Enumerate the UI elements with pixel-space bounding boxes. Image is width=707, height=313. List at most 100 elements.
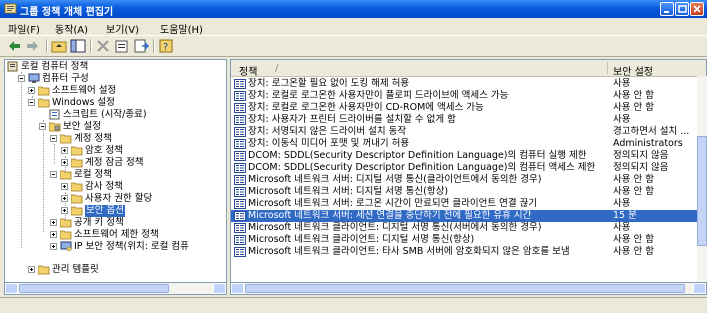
policy-setting-icon <box>234 235 246 245</box>
show-hide-tree-button[interactable] <box>70 38 88 54</box>
policy-setting-icon <box>234 223 246 233</box>
collapse-toggle[interactable] <box>28 99 35 106</box>
policy-setting-icon <box>234 79 246 89</box>
forward-button[interactable] <box>25 38 43 54</box>
export-list-button[interactable] <box>133 38 151 54</box>
policy-setting: 사용 <box>613 78 631 89</box>
console-tree[interactable]: 로컬 컴퓨터 정책 컴퓨터 구성 소프트웨어 설정 Windows 설정 스크립… <box>4 59 227 295</box>
policy-setting: 사용 안 함 <box>613 186 654 197</box>
scroll-left-button[interactable] <box>5 283 18 294</box>
policy-list[interactable]: 정책 / 보안 설정 장치: 로그온할 필요 없이 도킹 해제 허용 사용 장치: … <box>230 59 707 295</box>
policy-name: Microsoft 네트워크 서버: 로그온 시간이 만료되면 클라이언트 연결… <box>248 198 538 209</box>
scroll-thumb[interactable] <box>19 284 169 293</box>
policy-setting-icon <box>234 139 246 149</box>
policy-setting: 정의되지 않음 <box>613 150 669 161</box>
list-horizontal-scrollbar[interactable] <box>230 282 707 295</box>
export-icon <box>134 39 149 53</box>
collapse-toggle[interactable] <box>18 75 25 82</box>
column-header-setting[interactable]: 보안 설정 <box>613 63 653 78</box>
folder-icon <box>71 146 83 156</box>
scroll-left-button[interactable] <box>231 283 244 294</box>
policy-row[interactable]: 장치: 로컬로 로그온한 사용자만이 플로피 드라이브에 액세스 가능 사용 안 … <box>231 90 697 102</box>
scroll-thumb[interactable] <box>697 136 707 246</box>
policy-name: Microsoft 네트워크 서버: 디지털 서명 통신(항상) <box>248 186 449 197</box>
expand-toggle[interactable] <box>50 243 57 250</box>
policy-setting-icon <box>234 187 246 197</box>
expand-toggle[interactable] <box>61 159 68 166</box>
svg-text:?: ? <box>163 42 168 53</box>
collapse-toggle[interactable] <box>50 135 57 142</box>
policy-name: 장치: 로컬로 로그온한 사용자만이 CD-ROM에 액세스 가능 <box>248 102 484 113</box>
policy-name: 장치: 서명되지 않은 드라이버 설치 동작 <box>248 126 407 137</box>
scroll-right-button[interactable] <box>693 283 706 294</box>
policy-setting-icon <box>234 175 246 185</box>
policy-row[interactable]: DCOM: SDDL(Security Descriptor Definitio… <box>231 162 697 174</box>
expand-toggle[interactable] <box>28 87 35 94</box>
expand-toggle[interactable] <box>50 219 57 226</box>
policy-row[interactable]: Microsoft 네트워크 클라이언트: 타사 SMB 서버에 암호화되지 않… <box>231 246 697 258</box>
group-policy-window: 그룹 정책 개체 편집기 파일(F) 동작(A) 보기(V) 도움말(H) ? … <box>0 0 707 313</box>
policy-row[interactable]: 장치: 이동식 미디어 포맷 및 꺼내기 허용 Administrators <box>231 138 697 150</box>
menu-action[interactable]: 동작(A) <box>55 21 88 36</box>
expand-toggle[interactable] <box>61 207 68 214</box>
folder-icon <box>71 182 83 192</box>
menu-help[interactable]: 도움말(H) <box>160 21 203 36</box>
list-vertical-scrollbar[interactable] <box>697 76 707 282</box>
close-button[interactable] <box>690 2 704 16</box>
policy-setting-icon <box>234 211 246 221</box>
policy-row[interactable]: 장치: 사용자가 프린터 드라이버를 설치할 수 없게 함 사용 <box>231 114 697 126</box>
help-button[interactable]: ? <box>158 38 176 54</box>
policy-setting-icon <box>234 247 246 257</box>
folder-icon <box>60 170 72 180</box>
security-icon <box>49 122 61 132</box>
scroll-thumb[interactable] <box>245 284 685 293</box>
expand-toggle[interactable] <box>50 231 57 238</box>
policy-row[interactable]: 장치: 서명되지 않은 드라이버 설치 동작 경고하면서 설치 ... <box>231 126 697 138</box>
minimize-button[interactable] <box>660 2 674 16</box>
menu-view[interactable]: 보기(V) <box>106 21 139 36</box>
folder-icon <box>71 206 83 216</box>
policy-setting: 사용 안 함 <box>613 90 654 101</box>
title-bar[interactable]: 그룹 정책 개체 편집기 <box>0 0 707 18</box>
policy-row[interactable]: Microsoft 네트워크 서버: 로그온 시간이 만료되면 클라이언트 연결… <box>231 198 697 210</box>
policy-name: DCOM: SDDL(Security Descriptor Definitio… <box>248 150 587 161</box>
folder-icon <box>38 98 50 108</box>
policy-row[interactable]: Microsoft 네트워크 클라이언트: 디지털 서명 통신(서버에서 동의한… <box>231 222 697 234</box>
tree-horizontal-scrollbar[interactable] <box>4 282 227 295</box>
column-header-policy[interactable]: 정책 <box>239 63 257 78</box>
policy-setting-icon <box>234 151 246 161</box>
menu-file[interactable]: 파일(F) <box>8 21 40 36</box>
policy-setting-icon <box>234 115 246 125</box>
properties-button[interactable] <box>114 38 132 54</box>
policy-row[interactable]: Microsoft 네트워크 서버: 세션 연결을 중단하기 전에 필요한 유휴… <box>231 210 697 222</box>
policy-row[interactable]: Microsoft 네트워크 클라이언트: 디지털 서명 통신(항상) 사용 안 … <box>231 234 697 246</box>
toolbar: ? <box>0 35 707 57</box>
expand-toggle[interactable] <box>61 195 68 202</box>
policy-setting: 사용 안 함 <box>613 234 654 245</box>
scroll-right-button[interactable] <box>213 283 226 294</box>
policy-setting: 사용 안 함 <box>613 246 654 257</box>
policy-name: DCOM: SDDL(Security Descriptor Definitio… <box>248 162 596 173</box>
folder-icon <box>60 230 72 240</box>
policy-setting-icon <box>234 163 246 173</box>
expand-toggle[interactable] <box>28 266 35 273</box>
policy-setting: 사용 <box>613 222 631 233</box>
policy-row[interactable]: 장치: 로그온할 필요 없이 도킹 해제 허용 사용 <box>231 78 697 90</box>
maximize-button[interactable] <box>675 2 689 16</box>
policy-setting: 정의되지 않음 <box>613 162 669 173</box>
policy-name: 장치: 이동식 미디어 포맷 및 꺼내기 허용 <box>248 138 410 149</box>
collapse-toggle[interactable] <box>39 123 46 130</box>
policy-setting: 사용 안 함 <box>613 102 654 113</box>
policy-setting: 사용 <box>613 198 631 209</box>
up-folder-button[interactable] <box>51 38 69 54</box>
collapse-toggle[interactable] <box>50 171 57 178</box>
policy-setting: Administrators <box>613 138 683 149</box>
delete-button[interactable] <box>95 38 113 54</box>
policy-row[interactable]: Microsoft 네트워크 서버: 디지털 서명 통신(항상) 사용 안 함 <box>231 186 697 198</box>
expand-toggle[interactable] <box>61 183 68 190</box>
expand-toggle[interactable] <box>61 147 68 154</box>
policy-row[interactable]: DCOM: SDDL(Security Descriptor Definitio… <box>231 150 697 162</box>
policy-row[interactable]: Microsoft 네트워크 서버: 디지털 서명 통신(클라이언트에서 동의한… <box>231 174 697 186</box>
back-button[interactable] <box>6 38 24 54</box>
policy-row[interactable]: 장치: 로컬로 로그온한 사용자만이 CD-ROM에 액세스 가능 사용 안 함 <box>231 102 697 114</box>
